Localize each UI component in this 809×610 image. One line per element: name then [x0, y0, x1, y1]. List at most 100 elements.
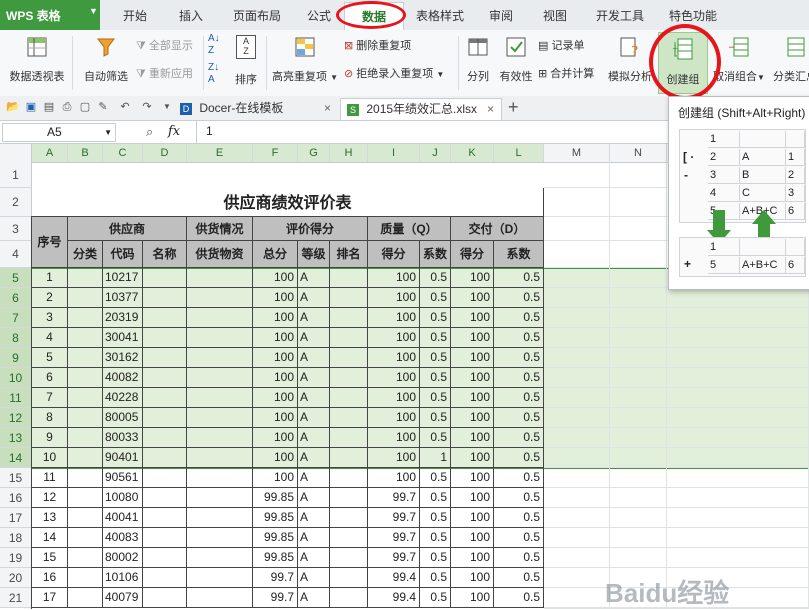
empty-cell[interactable]	[544, 368, 610, 388]
empty-cell[interactable]	[610, 408, 667, 428]
empty-cell[interactable]	[68, 428, 103, 448]
empty-cell[interactable]	[143, 528, 187, 548]
empty-cell[interactable]	[330, 348, 368, 368]
cell-code[interactable]: 30162	[103, 348, 143, 368]
select-all-corner[interactable]	[0, 144, 32, 162]
empty-cell[interactable]	[143, 388, 187, 408]
cell-total[interactable]: 100	[253, 268, 298, 288]
header-grade[interactable]: 等级	[298, 241, 330, 268]
empty-cell[interactable]	[667, 288, 809, 308]
row-header[interactable]: 4	[0, 241, 32, 268]
row-header[interactable]: 13	[0, 428, 32, 448]
cell-code[interactable]: 80002	[103, 548, 143, 568]
subtotal-button[interactable]: 分类汇总	[770, 36, 809, 92]
cell-dc[interactable]: 0.5	[494, 588, 544, 608]
cell-dc[interactable]: 0.5	[494, 408, 544, 428]
header-rank[interactable]: 排名	[330, 241, 368, 268]
empty-cell[interactable]	[544, 241, 610, 268]
remove-duplicates-button[interactable]: ⊠ 删除重复项	[344, 37, 411, 53]
tab-page-layout[interactable]: 页面布局	[224, 0, 290, 30]
empty-cell[interactable]	[544, 268, 610, 288]
cell-ds[interactable]: 100	[451, 568, 494, 588]
empty-cell[interactable]	[544, 468, 610, 488]
cell-dc[interactable]: 0.5	[494, 428, 544, 448]
reject-duplicates-button[interactable]: ⊘ 拒绝录入重复项 ▼	[344, 65, 444, 81]
cell-total[interactable]: 100	[253, 348, 298, 368]
empty-cell[interactable]	[610, 308, 667, 328]
empty-cell[interactable]	[544, 288, 610, 308]
cell-qs[interactable]: 100	[368, 268, 420, 288]
empty-cell[interactable]	[187, 468, 253, 488]
empty-cell[interactable]	[667, 348, 809, 368]
cell-qs[interactable]: 100	[368, 448, 420, 468]
cell-ds[interactable]: 100	[451, 328, 494, 348]
cell-dc[interactable]: 0.5	[494, 528, 544, 548]
empty-cell[interactable]	[143, 588, 187, 608]
tab-review[interactable]: 审阅	[478, 0, 524, 30]
column-header-n[interactable]: N	[610, 144, 667, 162]
cell-code[interactable]: 90561	[103, 468, 143, 488]
empty-cell[interactable]	[68, 368, 103, 388]
column-header-f[interactable]: F	[253, 144, 298, 162]
cell-seq[interactable]: 6	[32, 368, 68, 388]
empty-cell[interactable]	[187, 328, 253, 348]
row-header[interactable]: 6	[0, 288, 32, 308]
empty-cell[interactable]	[187, 428, 253, 448]
cell-total[interactable]: 99.7	[253, 588, 298, 608]
cell-dc[interactable]: 0.5	[494, 488, 544, 508]
cell-code[interactable]: 40041	[103, 508, 143, 528]
cell-total[interactable]: 100	[253, 408, 298, 428]
cell-grade[interactable]: A	[298, 268, 330, 288]
empty-cell[interactable]	[187, 388, 253, 408]
cell-code[interactable]: 10217	[103, 268, 143, 288]
empty-cell[interactable]	[187, 448, 253, 468]
empty-cell[interactable]	[330, 408, 368, 428]
cell-grade[interactable]: A	[298, 448, 330, 468]
empty-cell[interactable]	[610, 328, 667, 348]
empty-cell[interactable]	[544, 448, 610, 468]
empty-cell[interactable]	[544, 328, 610, 348]
tab-insert[interactable]: 插入	[168, 0, 214, 30]
cell-dc[interactable]: 0.5	[494, 288, 544, 308]
cell-qs[interactable]: 100	[368, 408, 420, 428]
consolidate-button[interactable]: ⊞ 合并计算	[538, 65, 594, 81]
cell-seq[interactable]: 11	[32, 468, 68, 488]
row-header[interactable]: 2	[0, 188, 32, 217]
empty-cell[interactable]	[610, 428, 667, 448]
cell-grade[interactable]: A	[298, 508, 330, 528]
cell-total[interactable]: 100	[253, 328, 298, 348]
close-icon[interactable]: ×	[487, 99, 494, 120]
empty-cell[interactable]	[610, 288, 667, 308]
empty-cell[interactable]	[610, 448, 667, 468]
header-material[interactable]: 供货物资	[187, 241, 253, 268]
cell-seq[interactable]: 14	[32, 528, 68, 548]
cell-qc[interactable]: 0.5	[420, 588, 451, 608]
open-folder-icon[interactable]: 📂	[6, 100, 20, 114]
empty-cell[interactable]	[330, 548, 368, 568]
row-header[interactable]: 7	[0, 308, 32, 328]
header-quality[interactable]: 质量（Q）	[368, 217, 451, 241]
cell-dc[interactable]: 0.5	[494, 548, 544, 568]
cell-total[interactable]: 99.85	[253, 528, 298, 548]
cell-code[interactable]: 10080	[103, 488, 143, 508]
cell-seq[interactable]: 1	[32, 268, 68, 288]
cell-ds[interactable]: 100	[451, 428, 494, 448]
sort-asc-button[interactable]: A↓ Z	[208, 33, 228, 57]
cell-qs[interactable]: 99.4	[368, 568, 420, 588]
empty-cell[interactable]	[544, 308, 610, 328]
empty-cell[interactable]	[667, 468, 809, 488]
quick-access-dropdown-icon[interactable]: ▼	[160, 100, 174, 114]
empty-cell[interactable]	[544, 388, 610, 408]
app-menu-button[interactable]: WPS 表格 ▼	[0, 0, 100, 30]
cell-qs[interactable]: 100	[368, 328, 420, 348]
cell-qc[interactable]: 0.5	[420, 348, 451, 368]
cell-ds[interactable]: 100	[451, 548, 494, 568]
cell-code[interactable]: 10377	[103, 288, 143, 308]
header-d-coef[interactable]: 系数	[494, 241, 544, 268]
cell-qc[interactable]: 0.5	[420, 468, 451, 488]
empty-cell[interactable]	[68, 328, 103, 348]
row-header[interactable]: 10	[0, 368, 32, 388]
empty-cell[interactable]	[143, 368, 187, 388]
empty-cell[interactable]	[544, 348, 610, 368]
empty-cell[interactable]	[667, 408, 809, 428]
